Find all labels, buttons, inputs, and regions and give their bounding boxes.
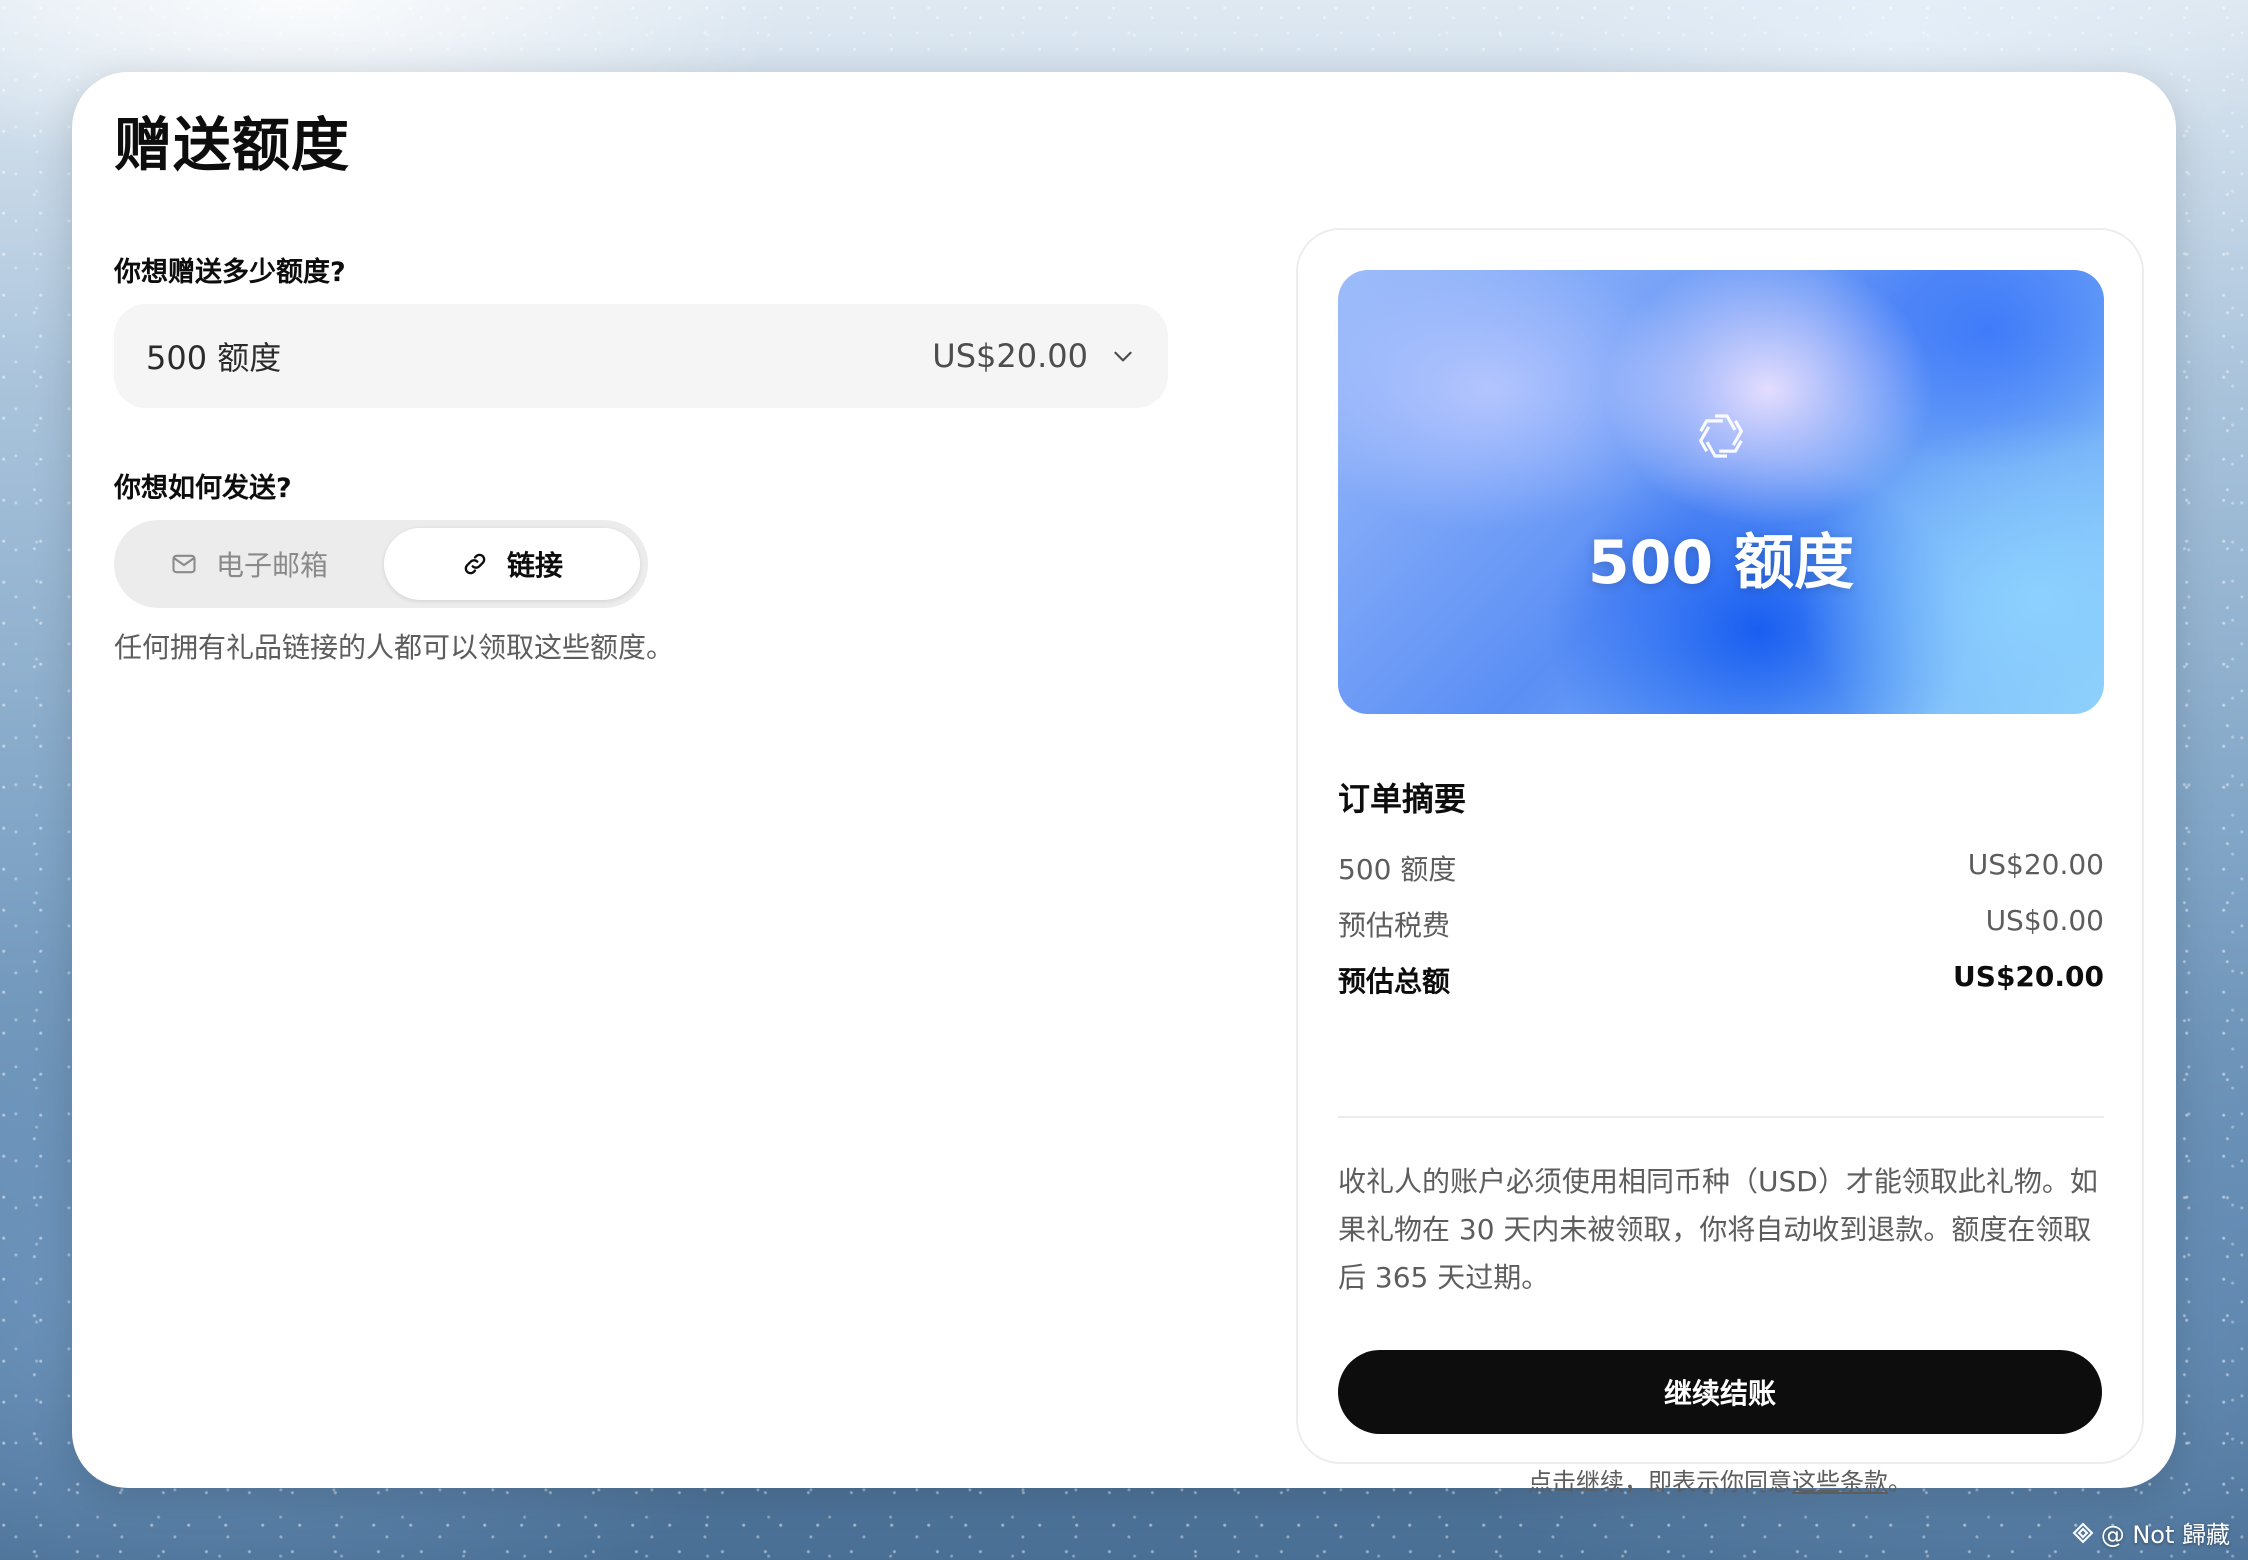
delivery-option-email-label: 电子邮箱 (215, 549, 328, 582)
order-row-label: 500 额度 (1338, 853, 1457, 886)
order-row-value: US$0.00 (1985, 904, 2104, 937)
order-row-tax: 预估税费 US$0.00 (1338, 904, 2104, 944)
gift-credits-dialog: 赠送额度 你想赠送多少额度? 500 额度 US$20.00 你想如何发送? 电… (72, 72, 2176, 1496)
divider (1338, 1116, 2104, 1118)
order-row-value: US$20.00 (1967, 848, 2104, 881)
delivery-question-label: 你想如何发送? (114, 473, 292, 504)
delivery-helper-text: 任何拥有礼品链接的人都可以领取这些额度。 (114, 631, 675, 664)
watermark: @ Not 歸藏 (2071, 1515, 2230, 1550)
gift-card-amount: 500 额度 (1587, 528, 1855, 598)
order-summary-card: 500 额度 订单摘要 500 额度 US$20.00 预估税费 US$0.00… (1296, 228, 2144, 1496)
gift-card-preview: 500 额度 (1338, 270, 2104, 714)
delivery-option-email[interactable]: 电子邮箱 (122, 528, 376, 600)
delivery-option-link-label: 链接 (506, 549, 563, 582)
link-icon (464, 553, 486, 575)
chevron-down-icon (1114, 351, 1132, 362)
terms-link[interactable]: 这些条款 (1792, 1468, 1888, 1496)
delivery-option-link[interactable]: 链接 (384, 528, 640, 600)
amount-select[interactable]: 500 额度 US$20.00 (114, 304, 1168, 408)
order-summary-title: 订单摘要 (1338, 780, 1467, 818)
selected-amount: 500 额度 (146, 339, 282, 377)
amount-question-label: 你想赠送多少额度? (114, 257, 346, 288)
mail-icon (172, 554, 196, 574)
order-row-value: US$20.00 (1953, 960, 2104, 993)
terms-suffix: 。 (1888, 1468, 1912, 1496)
delivery-method-toggle: 电子邮箱 链接 (114, 520, 648, 608)
watermark-text: @ Not 歸藏 (2100, 1521, 2230, 1549)
selected-price: US$20.00 (932, 337, 1088, 375)
terms-text: 点击继续，即表示你同意这些条款。 (1298, 1462, 2142, 1497)
openai-logo-icon (1699, 414, 1743, 458)
continue-checkout-button[interactable]: 继续结账 (1338, 1350, 2102, 1434)
order-row-total: 预估总额 US$20.00 (1338, 960, 2104, 1000)
order-row-label: 预估总额 (1338, 965, 1451, 998)
terms-prefix: 点击继续，即表示你同意 (1528, 1468, 1792, 1496)
watermark-logo-icon (2072, 1522, 2094, 1543)
order-row-label: 预估税费 (1338, 909, 1451, 942)
gift-terms-notice: 收礼人的账户必须使用相同币种（USD）才能领取此礼物。如果礼物在 30 天内未被… (1338, 1165, 2098, 1294)
order-row-credits: 500 额度 US$20.00 (1338, 848, 2104, 888)
page-title: 赠送额度 (114, 111, 351, 179)
